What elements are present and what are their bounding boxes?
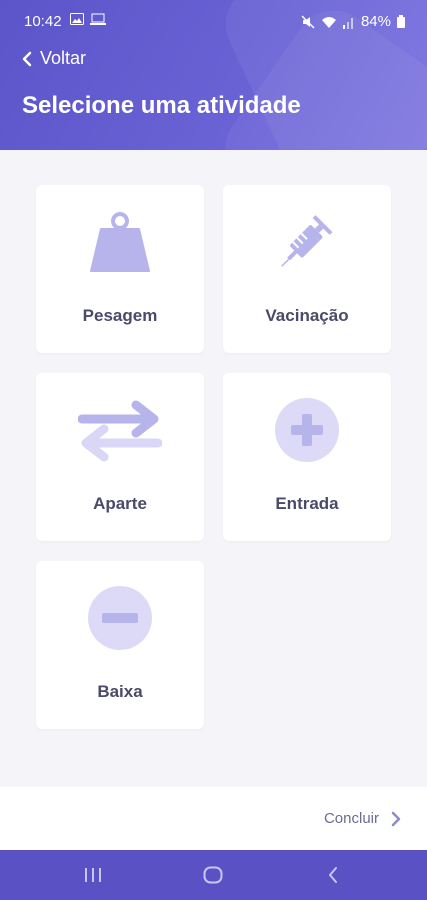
wifi-icon (321, 16, 336, 28)
signal-icon (342, 17, 353, 29)
battery-percent: 84% (360, 13, 391, 30)
activity-label: Aparte (93, 494, 147, 513)
status-bar: 10:42 84% (0, 0, 427, 42)
swap-arrows-icon (78, 400, 162, 462)
battery-icon (397, 15, 405, 28)
image-icon (70, 13, 84, 25)
recent-apps-icon (85, 868, 101, 882)
status-time: 10:42 (24, 13, 62, 30)
activity-card-vacinacao[interactable]: Vacinação (223, 185, 391, 353)
home-icon (203, 866, 223, 884)
page-title: Selecione uma atividade (22, 92, 301, 119)
activity-label: Pesagem (82, 306, 158, 325)
activity-card-entrada[interactable]: Entrada (223, 373, 391, 541)
activity-card-pesagem[interactable]: Pesagem (36, 185, 204, 353)
activity-label: Entrada (275, 494, 339, 513)
back-icon (329, 867, 337, 883)
chevron-right-icon (391, 811, 401, 826)
weight-icon (90, 212, 150, 272)
system-back-button[interactable] (313, 862, 353, 888)
system-nav-bar (0, 850, 427, 900)
back-label: Voltar (40, 48, 87, 68)
minus-circle-icon (88, 586, 152, 650)
header: 10:42 84% Voltar Selecione uma atividade (0, 0, 427, 150)
activity-card-baixa[interactable]: Baixa (36, 561, 204, 729)
activity-card-aparte[interactable]: Aparte (36, 373, 204, 541)
recent-apps-button[interactable] (73, 862, 113, 888)
laptop-icon (90, 13, 106, 25)
back-button[interactable]: Voltar (22, 48, 86, 69)
concluir-button[interactable]: Concluir (324, 810, 401, 827)
chevron-left-icon (22, 51, 32, 66)
activity-label: Vacinação (265, 306, 349, 325)
home-button[interactable] (193, 862, 233, 888)
footer-bar: Concluir (0, 787, 427, 850)
concluir-label: Concluir (323, 810, 379, 827)
syringe-icon (281, 215, 333, 267)
activity-label: Baixa (97, 682, 143, 701)
plus-circle-icon (275, 398, 339, 462)
mute-icon (301, 14, 315, 29)
